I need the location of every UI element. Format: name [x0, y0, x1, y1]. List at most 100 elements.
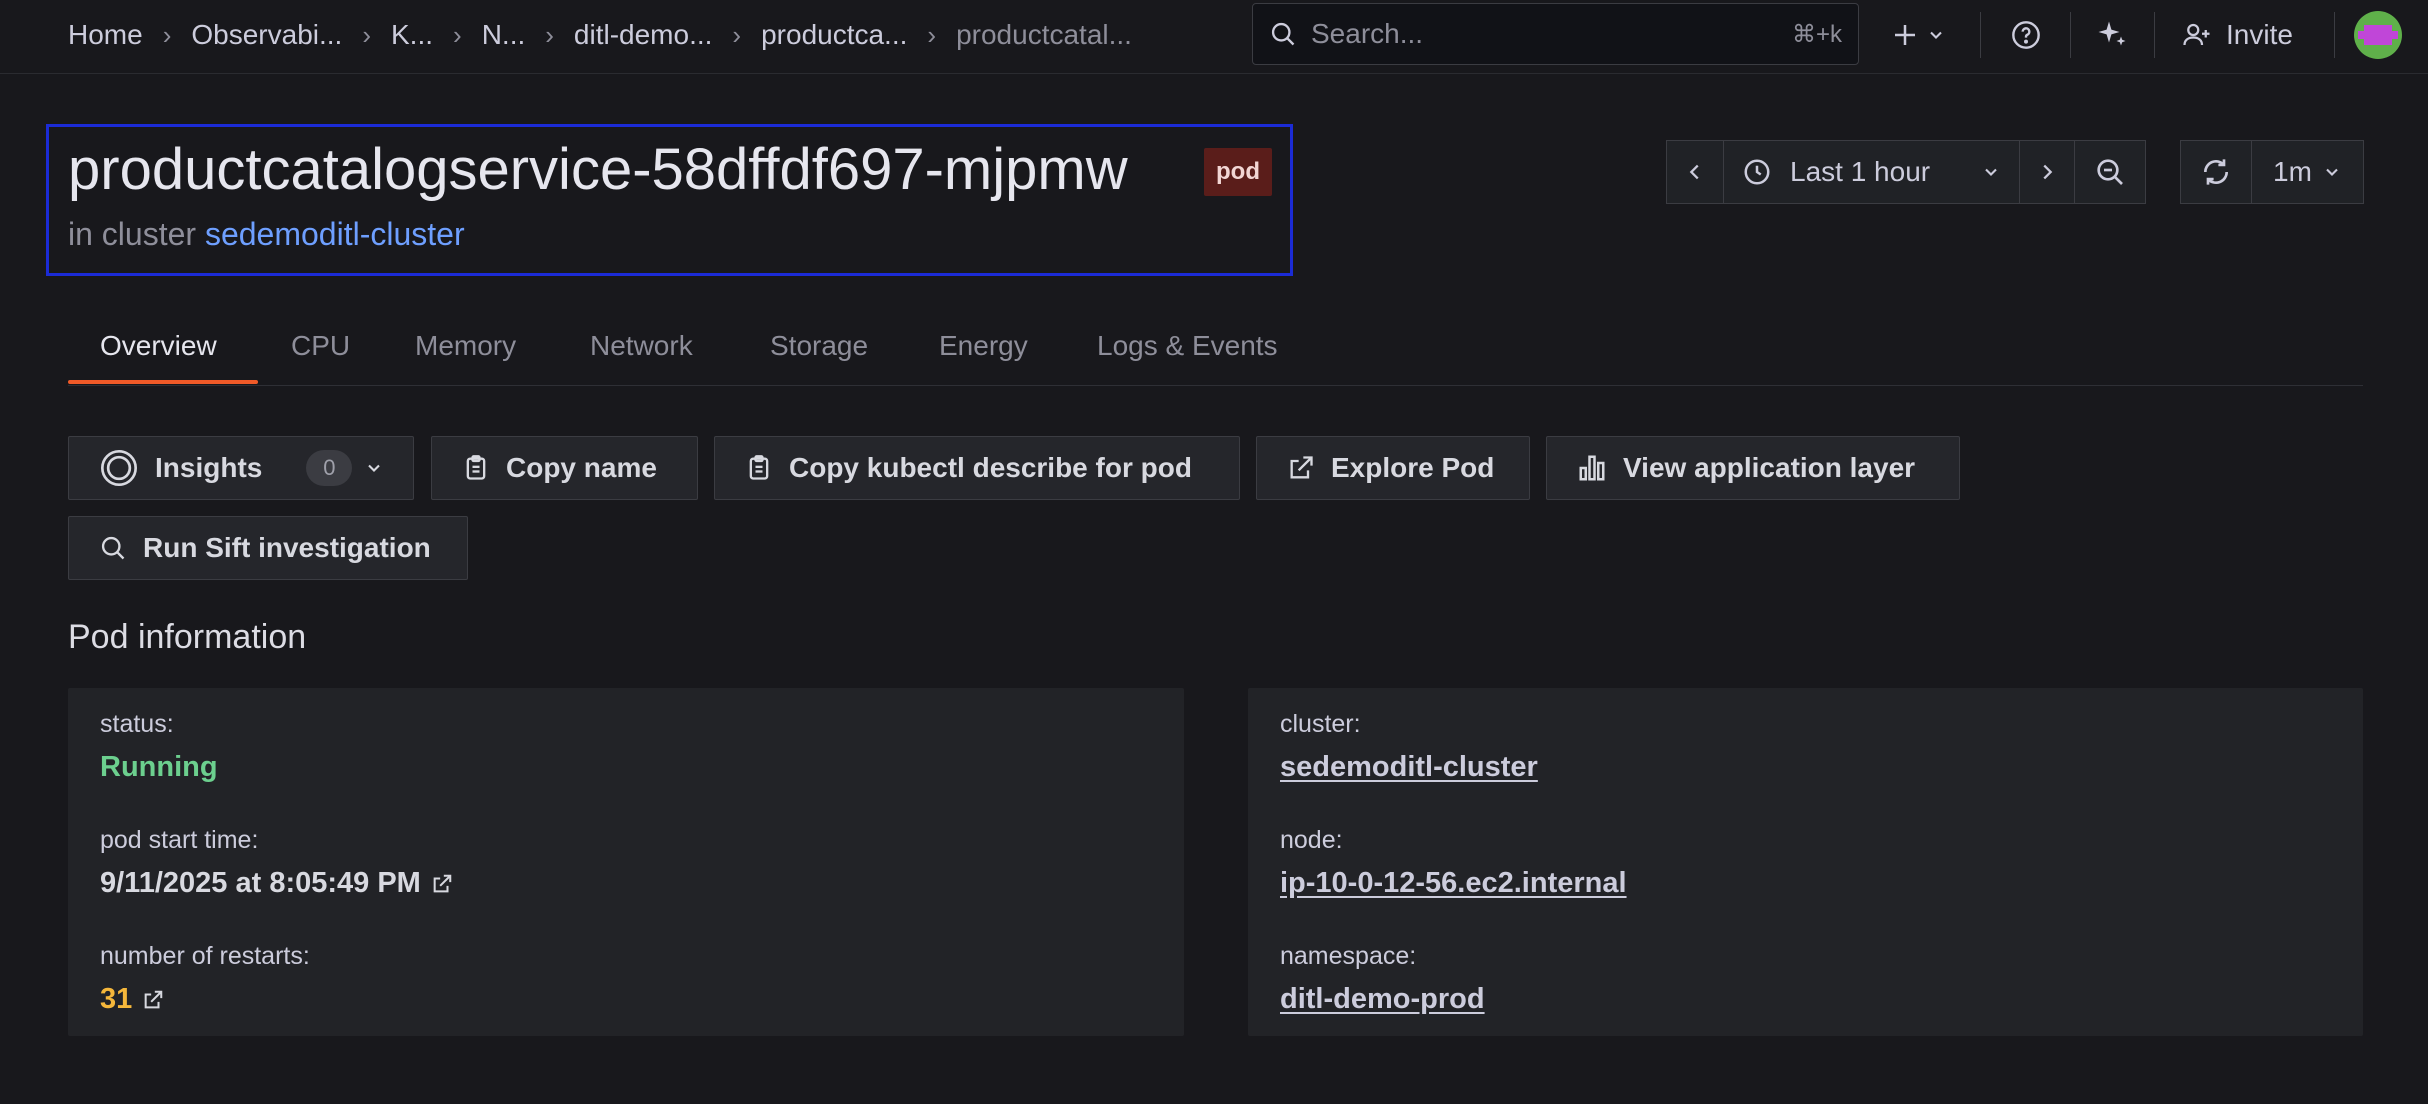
clipboard-icon: [745, 454, 773, 482]
divider: [2070, 12, 2071, 58]
sparkle-icon: [2094, 17, 2130, 53]
run-sift-investigation-label: Run Sift investigation: [143, 532, 431, 563]
refresh-interval-label: 1m: [2273, 156, 2312, 187]
breadcrumb-observability[interactable]: Observabi...: [191, 19, 342, 51]
chevron-right-icon: ›: [927, 19, 937, 50]
time-range-picker[interactable]: Last 1 hour: [1723, 140, 2020, 204]
tab-network[interactable]: Network: [590, 330, 693, 362]
refresh-icon: [2200, 156, 2232, 188]
search-icon: [1269, 20, 1297, 48]
zoom-out-button[interactable]: [2074, 140, 2146, 204]
insights-count-badge: 0: [306, 450, 353, 486]
cluster-link[interactable]: sedemoditl-cluster: [205, 216, 465, 252]
breadcrumb-namespace[interactable]: ditl-demo...: [574, 19, 713, 51]
search-shortcut: ⌘+k: [1791, 20, 1842, 48]
restarts-value: 31: [100, 983, 133, 1015]
tab-logs-events[interactable]: Logs & Events: [1097, 330, 1278, 362]
node-label: node:: [1280, 826, 1343, 854]
subtitle-prefix: in cluster: [68, 216, 197, 252]
section-title: Pod information: [68, 618, 307, 656]
insights-label: Insights: [155, 452, 263, 483]
tab-bar: Overview CPU Memory Network Storage Ener…: [68, 316, 2363, 386]
chevron-down-icon: [1926, 25, 1946, 45]
external-link-icon: [1287, 454, 1315, 482]
chevron-right-icon: ›: [732, 19, 742, 50]
explore-pod-label: Explore Pod: [1331, 452, 1495, 483]
active-tab-indicator: [68, 380, 258, 384]
chevron-right-icon: [2036, 161, 2058, 183]
breadcrumb-workload[interactable]: productca...: [761, 19, 907, 51]
copy-name-label: Copy name: [506, 452, 657, 483]
status-label: status:: [100, 710, 174, 738]
view-application-layer-label: View application layer: [1623, 452, 1916, 483]
breadcrumb: Home › Observabi... › K... › N... › ditl…: [68, 0, 1132, 70]
chevron-down-icon: [364, 458, 384, 478]
divider: [1980, 12, 1981, 58]
time-range-forward-button[interactable]: [2019, 140, 2075, 204]
divider: [2154, 12, 2155, 58]
view-application-layer-button[interactable]: View application layer: [1546, 436, 1960, 500]
restarts-row[interactable]: 31: [100, 983, 310, 1016]
copy-kubectl-button[interactable]: Copy kubectl describe for pod: [714, 436, 1240, 500]
page-title: productcatalogservice-58dffdf697-mjpmw: [68, 137, 1128, 202]
refresh-button[interactable]: [2180, 140, 2252, 204]
breadcrumb-home[interactable]: Home: [68, 19, 143, 51]
time-range-back-button[interactable]: [1666, 140, 1724, 204]
external-link-icon[interactable]: [431, 873, 453, 895]
cluster-field: cluster: sedemoditl-cluster: [1280, 710, 1538, 784]
chevron-right-icon: ›: [362, 19, 371, 50]
search-input[interactable]: Search... ⌘+k: [1252, 3, 1859, 65]
start-time-value: 9/11/2025 at 8:05:49 PM: [100, 867, 421, 899]
namespace-field: namespace: ditl-demo-prod: [1280, 942, 1485, 1016]
tab-storage[interactable]: Storage: [770, 330, 868, 362]
copy-kubectl-label: Copy kubectl describe for pod: [789, 452, 1192, 483]
start-time-field: pod start time: 9/11/2025 at 8:05:49 PM: [100, 826, 453, 900]
tab-memory[interactable]: Memory: [415, 330, 516, 362]
chevron-left-icon: [1684, 161, 1706, 183]
chevron-down-icon: [1981, 162, 2001, 182]
start-time-row[interactable]: 9/11/2025 at 8:05:49 PM: [100, 867, 453, 900]
explore-pod-button[interactable]: Explore Pod: [1256, 436, 1530, 500]
help-button[interactable]: [2010, 0, 2042, 70]
tab-energy[interactable]: Energy: [939, 330, 1028, 362]
chevron-right-icon: ›: [453, 19, 462, 50]
bar-chart-icon: [1577, 453, 1607, 483]
copy-name-button[interactable]: Copy name: [431, 436, 698, 500]
page-subtitle: in cluster sedemoditl-cluster: [68, 216, 465, 253]
user-plus-icon: [2182, 20, 2212, 50]
new-menu-button[interactable]: [1890, 0, 1946, 70]
pod-info-card-left: status: Running pod start time: 9/11/202…: [68, 688, 1184, 1036]
insights-icon: [99, 448, 139, 488]
restarts-field: number of restarts: 31: [100, 942, 310, 1016]
invite-button[interactable]: Invite: [2182, 0, 2293, 70]
run-sift-investigation-button[interactable]: Run Sift investigation: [68, 516, 468, 580]
avatar[interactable]: [2354, 11, 2402, 59]
pod-info-card-right: cluster: sedemoditl-cluster node: ip-10-…: [1248, 688, 2363, 1036]
refresh-interval-picker[interactable]: 1m: [2251, 140, 2364, 204]
search-placeholder: Search...: [1311, 18, 1424, 49]
breadcrumb-current: productcatal...: [956, 19, 1132, 50]
start-time-label: pod start time:: [100, 826, 259, 854]
insights-button[interactable]: Insights 0: [68, 436, 414, 500]
tab-overview[interactable]: Overview: [100, 330, 217, 362]
divider: [2334, 12, 2335, 58]
tab-cpu[interactable]: CPU: [291, 330, 350, 362]
restarts-label: number of restarts:: [100, 942, 310, 970]
plus-icon: [1890, 20, 1920, 50]
namespace-label: namespace:: [1280, 942, 1417, 970]
external-link-icon[interactable]: [142, 989, 164, 1011]
help-icon: [2010, 19, 2042, 51]
time-range-label: Last 1 hour: [1790, 156, 1931, 187]
breadcrumb-kubernetes[interactable]: K...: [391, 19, 433, 51]
breadcrumb-namespaces[interactable]: N...: [482, 19, 526, 51]
status-value: Running: [100, 751, 218, 783]
namespace-value-link[interactable]: ditl-demo-prod: [1280, 983, 1485, 1016]
chevron-right-icon: ›: [545, 19, 554, 50]
assistant-button[interactable]: [2094, 0, 2130, 70]
invite-label: Invite: [2226, 19, 2293, 50]
node-value-link[interactable]: ip-10-0-12-56.ec2.internal: [1280, 867, 1627, 900]
cluster-value-link[interactable]: sedemoditl-cluster: [1280, 751, 1538, 784]
top-bar: Home › Observabi... › K... › N... › ditl…: [0, 0, 2428, 74]
pod-badge: pod: [1204, 148, 1272, 196]
clipboard-icon: [462, 454, 490, 482]
